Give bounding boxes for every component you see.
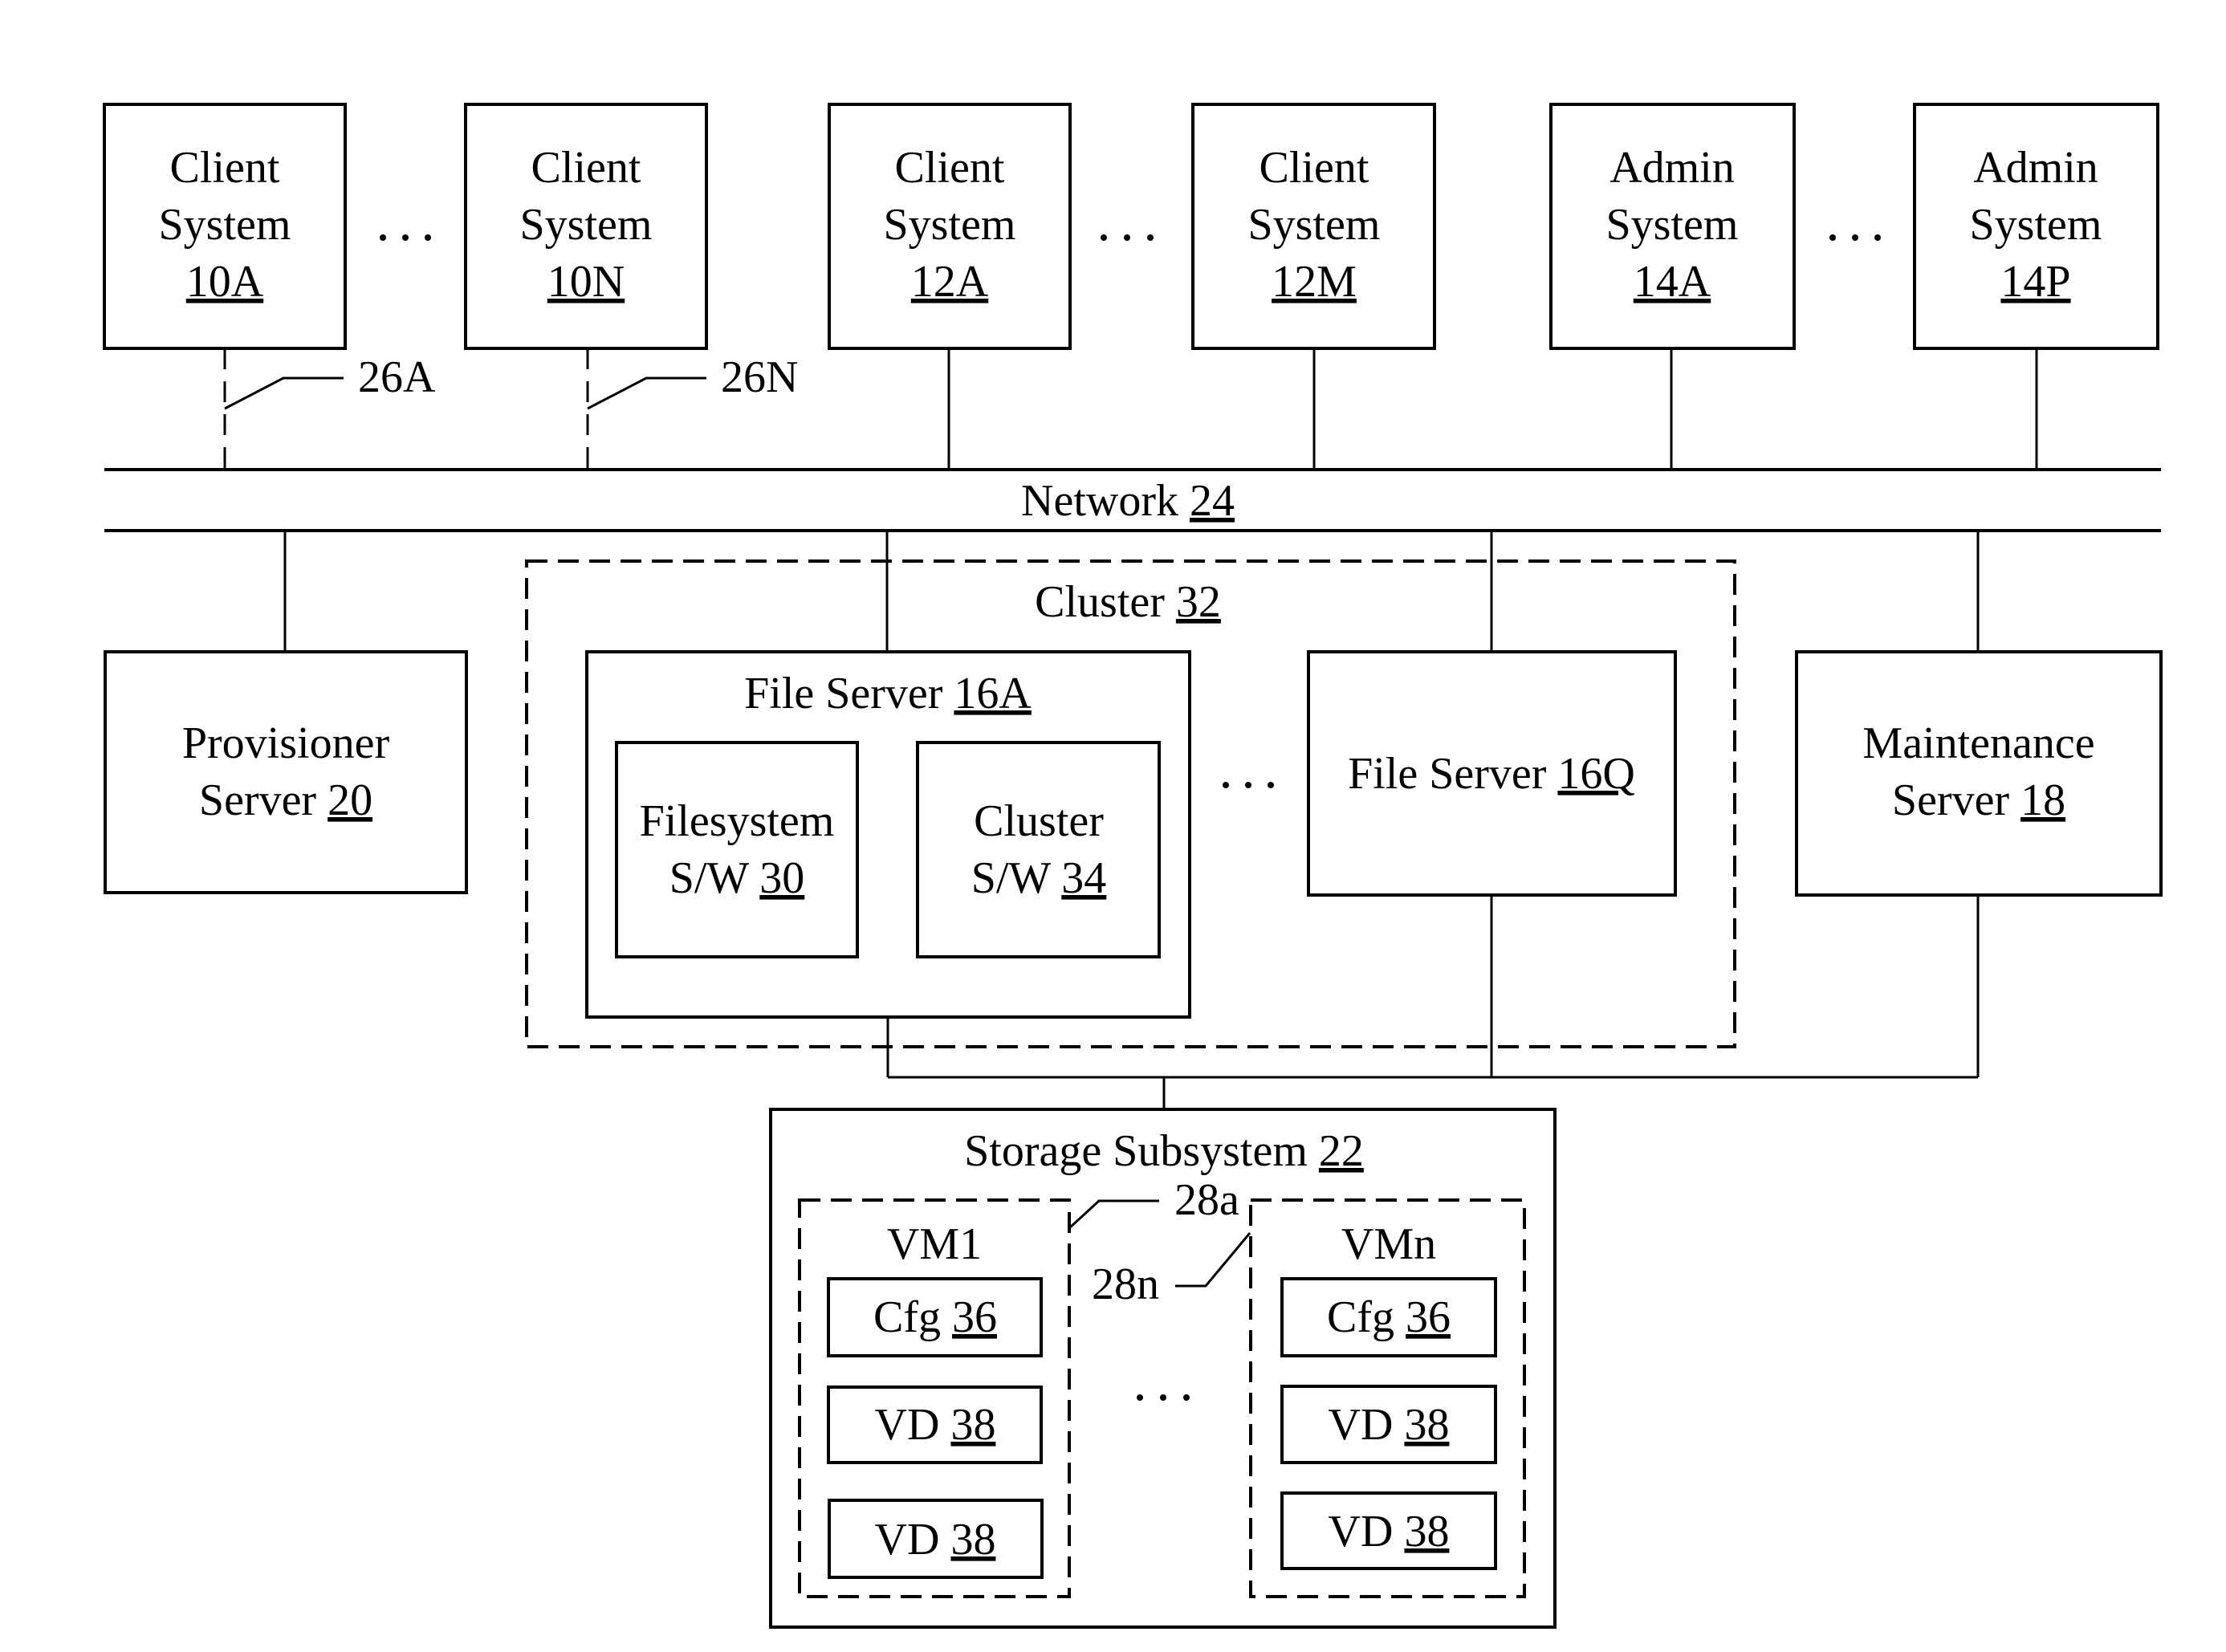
maintenance-title: Maintenance	[1862, 718, 2094, 768]
admin-system-ref: 14P	[2000, 257, 2070, 307]
provisioner-server-box	[104, 650, 468, 894]
provisioner-title: Provisioner	[182, 718, 390, 768]
vm-disk-label: VD 38	[1329, 1400, 1450, 1450]
maintenance-subtitle: Server 18	[1892, 775, 2065, 825]
cluster-label: Cluster 32	[1035, 577, 1221, 627]
client-system-title: Client	[531, 143, 641, 193]
admin-system-ref: 14A	[1634, 257, 1711, 307]
maintenance-server-box	[1795, 650, 2163, 897]
file-server-16q: File Server 16Q	[1307, 650, 1677, 897]
callout-label-26n: 26N	[721, 352, 798, 402]
vm-label: VMn	[1341, 1219, 1436, 1269]
storage-subsystem-label: Storage Subsystem 22	[964, 1126, 1364, 1176]
callout-leader-26a	[224, 376, 344, 410]
vm-disk-label: VD 38	[875, 1400, 996, 1450]
client-system-subtitle: System	[520, 200, 653, 250]
vm-label: VM1	[887, 1219, 982, 1269]
filesystem-software: Filesystem S/W 30	[615, 741, 859, 958]
cluster-software-box	[916, 741, 1161, 958]
network-label: Network 24	[1021, 476, 1235, 526]
client-system-subtitle: System	[159, 200, 291, 250]
file-server-16a: File Server 16A Filesystem S/W 30 Cluste…	[585, 650, 1191, 1019]
vm-config-label: Cfg 36	[1327, 1292, 1451, 1342]
client-system-title: Client	[170, 143, 280, 193]
admin-system-14a: Admin System 14A	[1549, 103, 1796, 470]
network: Network 24	[104, 468, 2161, 532]
client-system-12m: Client System 12M	[1191, 103, 1436, 470]
cluster-software-subtitle: S/W 34	[971, 853, 1107, 903]
client-system-10a: Client System 10A 26A	[103, 103, 436, 470]
client-system-ref: 12A	[911, 257, 989, 307]
callout-label-28n: 28n	[1092, 1259, 1159, 1309]
vm-config-label: Cfg 36	[873, 1292, 997, 1342]
system-diagram: Network 24 Client System 10A 26A Client …	[103, 103, 2163, 1629]
client-system-ref: 10A	[186, 257, 264, 307]
client-system-ref: 12M	[1272, 257, 1357, 307]
ellipsis-clients-12	[1101, 234, 1154, 241]
client-system-subtitle: System	[1248, 200, 1381, 250]
cluster: Cluster 32 File Server 16A Filesystem S/…	[525, 531, 1736, 1048]
provisioner-subtitle: Server 20	[199, 775, 372, 825]
callout-leader-26n	[587, 376, 706, 410]
ellipsis-admins	[1829, 234, 1881, 241]
ellipsis-clients-10	[380, 234, 431, 241]
callout-label-28a: 28a	[1174, 1175, 1239, 1225]
client-system-12a: Client System 12A	[828, 103, 1072, 470]
admin-system-subtitle: System	[1606, 200, 1739, 250]
filesystem-software-subtitle: S/W 30	[669, 853, 805, 903]
cluster-software: Cluster S/W 34	[916, 741, 1161, 958]
filesystem-software-title: Filesystem	[640, 796, 835, 846]
client-system-ref: 10N	[547, 257, 625, 307]
vm-disk-label: VD 38	[875, 1515, 996, 1565]
client-system-10n: Client System 10N 26N	[464, 103, 798, 470]
maintenance-server: Maintenance Server 18	[1795, 531, 2163, 897]
client-system-subtitle: System	[884, 200, 1016, 250]
storage-subsystem: Storage Subsystem 22 VM1 Cfg 36 VD 38 VD…	[769, 1108, 1557, 1629]
file-server-label: File Server 16Q	[1348, 749, 1635, 799]
vm-disk-label: VD 38	[1329, 1507, 1450, 1556]
admin-system-title: Admin	[1973, 143, 2098, 193]
admin-system-subtitle: System	[1970, 200, 2102, 250]
admin-system-14p: Admin System 14P	[1913, 103, 2159, 470]
file-server-label: File Server 16A	[744, 669, 1032, 718]
cluster-software-title: Cluster	[974, 796, 1104, 846]
ellipsis-file-servers	[1223, 782, 1274, 788]
admin-system-title: Admin	[1609, 143, 1735, 193]
client-system-title: Client	[895, 143, 1005, 193]
provisioner-server: Provisioner Server 20	[104, 531, 468, 894]
client-system-title: Client	[1260, 143, 1369, 193]
filesystem-software-box	[615, 741, 859, 958]
callout-label-26a: 26A	[358, 352, 436, 402]
